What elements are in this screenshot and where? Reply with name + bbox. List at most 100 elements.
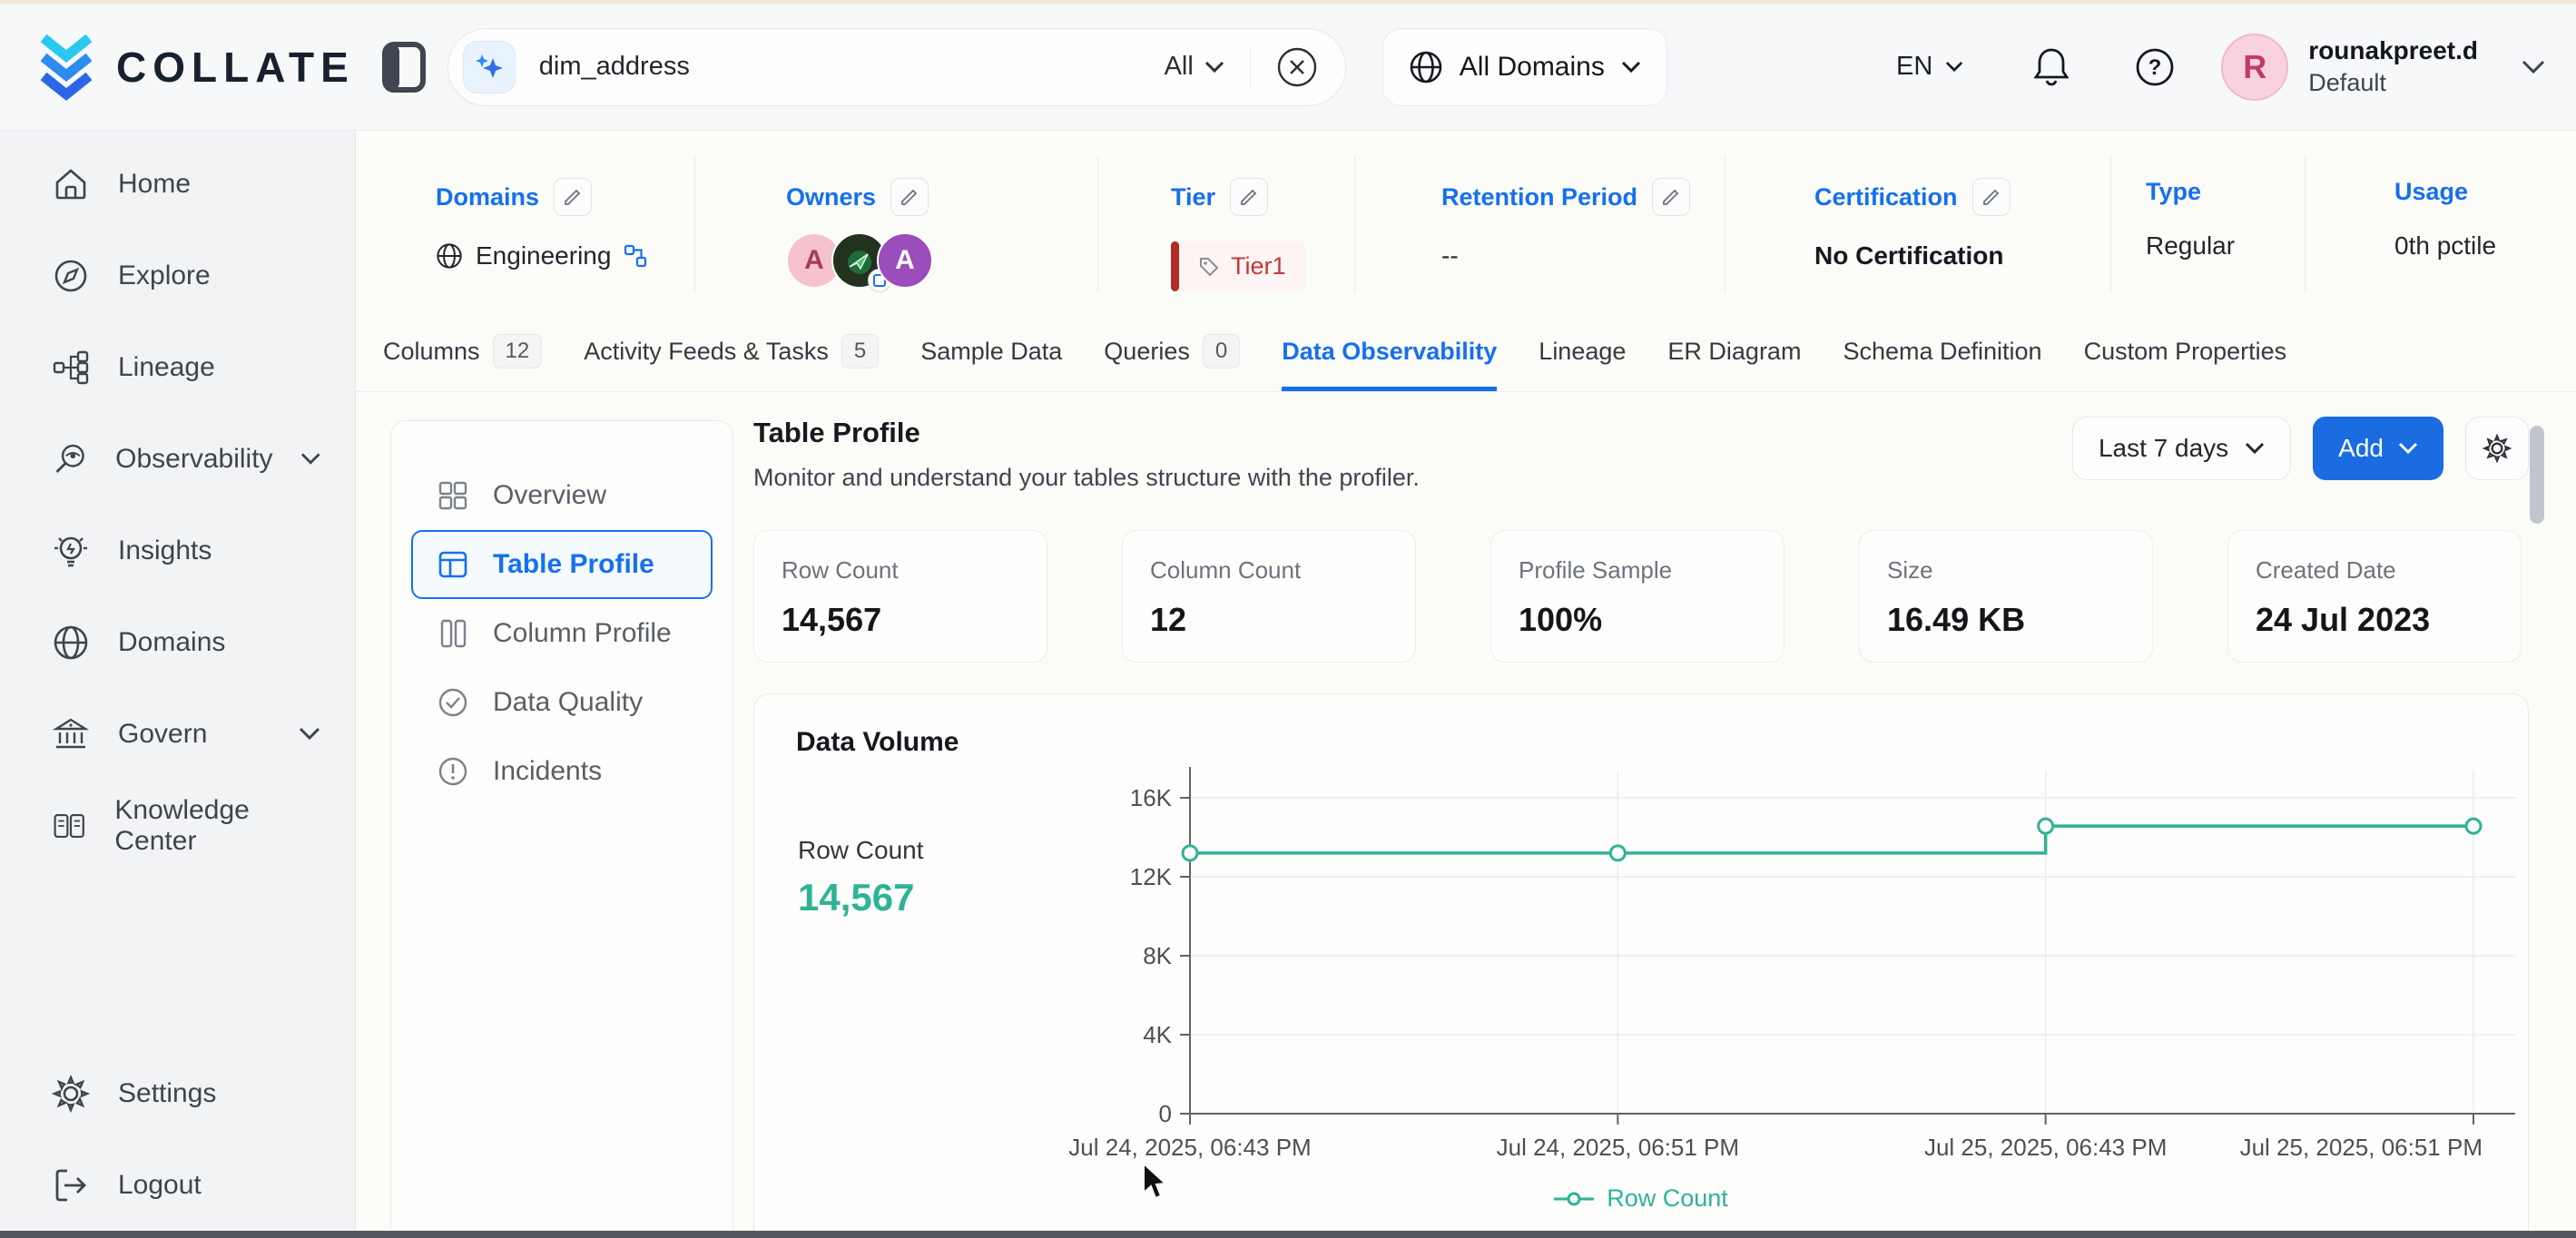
profile-nav-incidents[interactable]: Incidents — [411, 737, 713, 806]
tab-queries[interactable]: Queries0 — [1104, 318, 1240, 391]
edit-owners-icon[interactable] — [890, 178, 929, 216]
tab-lineage[interactable]: Lineage — [1539, 318, 1626, 391]
user-menu[interactable]: R rounakpreet.d Default — [2221, 34, 2545, 101]
observability-panel: Overview Table Profile Column Profile Da… — [356, 393, 2576, 1231]
edit-domains-icon[interactable] — [554, 178, 592, 216]
sidebar-item-label: Domains — [118, 627, 225, 658]
page-subtitle: Monitor and understand your tables struc… — [753, 464, 1420, 492]
owner-avatar[interactable]: A — [877, 232, 933, 289]
collate-logo[interactable]: COLLATE — [36, 33, 355, 102]
profiler-settings-icon[interactable] — [2465, 417, 2529, 480]
topbar: COLLATE dim_address All — [0, 4, 2576, 131]
profile-nav-overview[interactable]: Overview — [411, 461, 713, 530]
alert-circle-icon — [437, 755, 469, 788]
domains-label: Domains — [436, 183, 539, 211]
domains-value[interactable]: Engineering — [436, 241, 694, 270]
sidebar-item-label: Logout — [118, 1170, 202, 1201]
tab-custom-properties[interactable]: Custom Properties — [2084, 318, 2287, 391]
overview-grid-icon — [437, 479, 469, 512]
chevron-down-icon — [1204, 61, 1224, 74]
chart-title: Data Volume — [754, 694, 2528, 758]
svg-text:12K: 12K — [1130, 863, 1173, 890]
stat-column-count: Column Count 12 — [1122, 530, 1416, 663]
user-avatar: R — [2221, 34, 2288, 101]
sidebar-item-observability[interactable]: Observability — [0, 413, 355, 505]
sidebar-item-lineage[interactable]: Lineage — [0, 321, 355, 413]
sidebar-item-label: Settings — [118, 1078, 216, 1109]
tab-data-observability[interactable]: Data Observability — [1282, 318, 1497, 391]
sidebar-item-domains[interactable]: Domains — [0, 596, 355, 688]
insights-icon — [51, 531, 91, 571]
stat-profile-sample: Profile Sample 100% — [1490, 530, 1785, 663]
observability-icon — [51, 439, 88, 479]
domain-filter-dropdown[interactable]: All Domains — [1382, 28, 1667, 106]
sidebar-item-insights[interactable]: Insights — [0, 505, 355, 596]
time-range-dropdown[interactable]: Last 7 days — [2072, 417, 2291, 480]
sidebar-item-label: Lineage — [118, 352, 215, 383]
certification-value: No Certification — [1814, 241, 2003, 270]
gear-icon — [2481, 432, 2513, 465]
global-search-input[interactable]: dim_address All — [447, 28, 1346, 106]
bank-icon — [51, 714, 91, 754]
language-value: EN — [1896, 52, 1932, 82]
bottom-window-edge — [0, 1231, 2576, 1238]
tab-columns[interactable]: Columns12 — [383, 318, 542, 391]
tab-count-badge: 0 — [1203, 334, 1240, 368]
sidebar-item-home[interactable]: Home — [0, 138, 355, 230]
user-name: rounakpreet.d — [2308, 36, 2478, 65]
chevron-down-icon — [1945, 61, 1963, 73]
profile-nav-table-profile[interactable]: Table Profile — [411, 530, 713, 599]
tab-er-diagram[interactable]: ER Diagram — [1667, 318, 1801, 391]
tab-count-badge: 12 — [493, 334, 543, 368]
profile-nav: Overview Table Profile Column Profile Da… — [390, 420, 733, 1231]
stat-size: Size 16.49 KB — [1859, 530, 2153, 663]
data-volume-card: Data Volume Row Count 14,567 04K8K12K16K… — [753, 693, 2529, 1231]
help-icon[interactable]: ? — [2134, 46, 2176, 88]
search-clear-icon[interactable] — [1276, 46, 1318, 88]
add-button[interactable]: Add — [2313, 417, 2443, 480]
edit-certification-icon[interactable] — [1972, 178, 2011, 216]
globe-icon — [51, 623, 91, 663]
stat-row-count: Row Count 14,567 — [753, 530, 1047, 663]
table-profile-section: Table Profile Monitor and understand you… — [753, 417, 2529, 1231]
svg-text:?: ? — [2148, 55, 2162, 80]
profile-nav-column-profile[interactable]: Column Profile — [411, 599, 713, 668]
sidebar-item-explore[interactable]: Explore — [0, 230, 355, 321]
meta-owners: Owners A A — [695, 156, 1098, 292]
sidebar-item-knowledge-center[interactable]: Knowledge Center — [0, 780, 355, 871]
tab-sample-data[interactable]: Sample Data — [920, 318, 1062, 391]
edit-tier-icon[interactable] — [1230, 178, 1268, 216]
owner-avatars[interactable]: A A — [786, 232, 1097, 289]
divider — [1250, 47, 1251, 87]
domain-name: Engineering — [476, 241, 611, 270]
edit-retention-icon[interactable] — [1652, 178, 1690, 216]
retention-value: -- — [1441, 241, 1459, 270]
meta-domains: Domains Engineering — [418, 156, 695, 292]
legend-line-icon — [1554, 1191, 1594, 1207]
sidebar-item-label: Govern — [118, 719, 207, 750]
certification-label: Certification — [1814, 183, 1958, 211]
sidebar-item-label: Knowledge Center — [114, 795, 320, 857]
search-query-text[interactable]: dim_address — [539, 52, 1165, 82]
home-icon — [51, 164, 91, 204]
search-scope-dropdown[interactable]: All — [1165, 52, 1224, 82]
sidebar-item-label: Insights — [118, 535, 211, 566]
sidebar-item-govern[interactable]: Govern — [0, 688, 355, 780]
sidebar-item-logout[interactable]: Logout — [0, 1139, 355, 1231]
type-value: Regular — [2146, 231, 2235, 260]
language-dropdown[interactable]: EN — [1896, 52, 1963, 82]
chart-legend[interactable]: Row Count — [754, 1184, 2528, 1213]
tag-icon — [1198, 256, 1220, 278]
tab-schema-definition[interactable]: Schema Definition — [1843, 318, 2041, 391]
tier-label: Tier — [1171, 183, 1215, 211]
profile-nav-data-quality[interactable]: Data Quality — [411, 668, 713, 737]
tier-chip[interactable]: Tier1 — [1171, 241, 1306, 291]
sidebar-toggle-icon[interactable] — [380, 42, 428, 93]
sidebar-item-settings[interactable]: Settings — [0, 1047, 355, 1139]
sidebar-item-label: Observability — [115, 444, 272, 475]
legend-label: Row Count — [1607, 1184, 1728, 1213]
tab-activity-feeds[interactable]: Activity Feeds & Tasks5 — [584, 318, 879, 391]
meta-certification: Certification No Certification — [1726, 156, 2111, 292]
scrollbar-thumb[interactable] — [2530, 426, 2544, 524]
notifications-bell-icon[interactable] — [2032, 46, 2070, 88]
